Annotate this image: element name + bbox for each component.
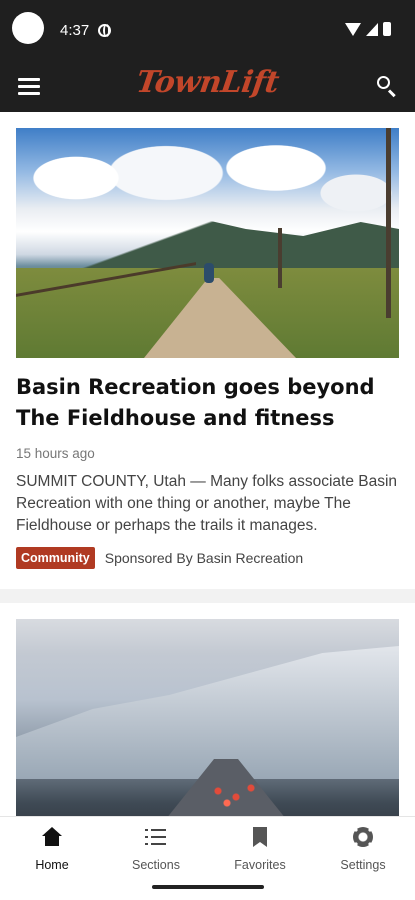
system-icons — [345, 22, 391, 36]
app-bar: TownLift — [0, 62, 415, 112]
nav-home[interactable]: Home — [0, 827, 104, 872]
phone-screen: 4:37 TownLift Basin Recreation goes beyo… — [0, 0, 415, 900]
battery-icon — [383, 22, 391, 36]
list-icon — [145, 827, 167, 847]
app-logo[interactable]: TownLift — [0, 65, 415, 100]
article-feed[interactable]: Basin Recreation goes beyond The Fieldho… — [0, 112, 415, 816]
nav-settings-label: Settings — [340, 858, 386, 872]
article-title[interactable]: Basin Recreation goes beyond The Fieldho… — [16, 372, 399, 434]
article-image[interactable] — [16, 128, 399, 358]
home-icon — [41, 827, 63, 847]
home-indicator[interactable] — [152, 885, 264, 889]
wifi-icon — [345, 22, 361, 36]
nav-sections[interactable]: Sections — [104, 827, 208, 872]
status-bar: 4:37 — [0, 0, 415, 62]
article-tags: Community Sponsored By Basin Recreation — [16, 547, 399, 569]
article-card[interactable] — [0, 603, 415, 816]
status-time: 4:37 — [60, 22, 90, 39]
search-icon[interactable] — [375, 74, 399, 98]
article-card[interactable]: Basin Recreation goes beyond The Fieldho… — [0, 112, 415, 589]
camera-cutout — [12, 12, 44, 44]
bookmark-icon — [249, 827, 271, 847]
nav-settings[interactable]: Settings — [311, 827, 415, 872]
nav-sections-label: Sections — [132, 858, 180, 872]
gear-icon — [352, 827, 374, 847]
globe-icon — [98, 24, 111, 37]
article-excerpt: SUMMIT COUNTY, Utah — Many folks associa… — [16, 473, 398, 534]
sponsor-text: Sponsored By Basin Recreation — [104, 550, 304, 566]
article-image[interactable] — [16, 619, 399, 816]
nav-favorites-label: Favorites — [234, 858, 286, 872]
signal-icon — [366, 22, 378, 36]
category-badge[interactable]: Community — [16, 547, 95, 569]
article-time: 15 hours ago — [16, 446, 95, 461]
nav-home-label: Home — [35, 858, 69, 872]
nav-favorites[interactable]: Favorites — [208, 827, 312, 872]
